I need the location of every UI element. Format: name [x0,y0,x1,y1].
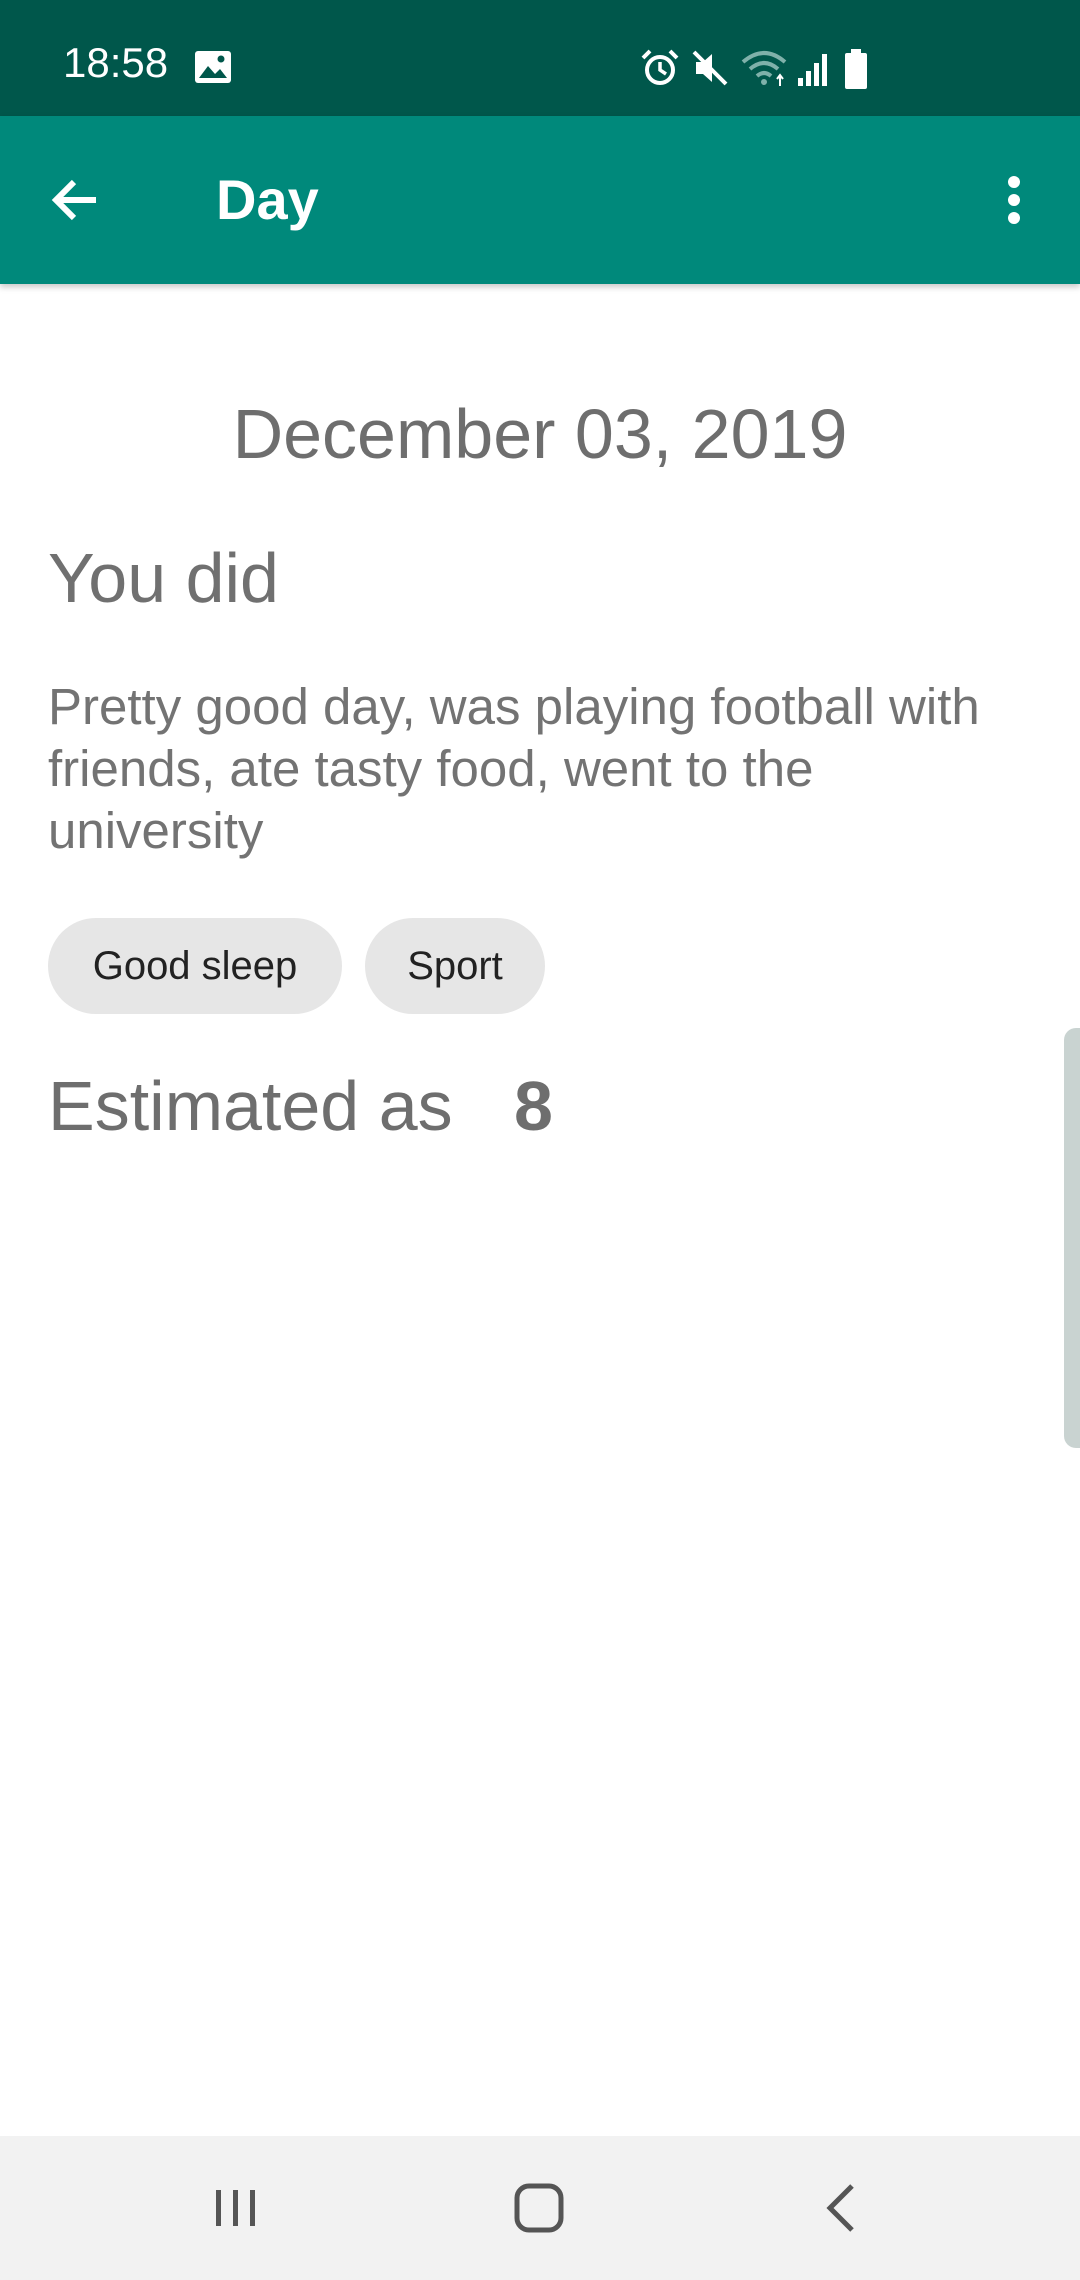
you-did-heading: You did [48,539,279,617]
signal-icon [798,54,827,86]
page-title: Day [216,168,319,231]
gallery-icon [195,51,231,83]
arrow-back-icon [51,179,96,221]
more-vert-icon [1008,176,1020,224]
tag-chip-good-sleep[interactable]: Good sleep [48,918,342,1014]
app-bar: Day [0,116,1080,284]
day-screen: 18:58 Day December 03, 2019 You did Pret… [0,0,1080,2280]
alarm-icon [641,49,679,85]
wifi-icon [741,51,787,86]
estimate-value: 8 [514,1067,553,1145]
home-icon [514,2183,564,2233]
recents-button[interactable] [186,2158,286,2258]
nav-back-button[interactable] [792,2158,892,2258]
back-icon [826,2184,854,2232]
more-options-button[interactable] [986,158,1046,242]
back-button[interactable] [34,158,118,242]
day-description: Pretty good day, was playing football wi… [48,678,980,859]
tag-chip-sport[interactable]: Sport [365,918,545,1014]
edge-panel-handle[interactable] [1064,1028,1080,1448]
mute-icon [692,50,728,86]
status-bar: 18:58 [0,0,1080,116]
day-date: December 03, 2019 [232,395,848,473]
recents-icon [216,2190,255,2226]
battery-icon [845,49,867,89]
estimate-label: Estimated as [48,1067,453,1145]
navigation-bar [0,2136,1080,2280]
status-time: 18:58 [63,39,169,86]
home-button[interactable] [489,2158,589,2258]
